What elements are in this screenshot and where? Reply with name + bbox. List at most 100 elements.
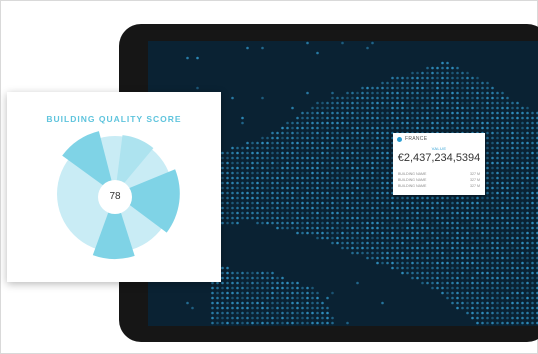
map-dot <box>396 122 399 125</box>
map-dot <box>221 182 224 185</box>
map-dot <box>531 287 534 290</box>
map-dot <box>321 197 324 200</box>
map-dot <box>466 277 469 280</box>
map-dot <box>356 242 359 245</box>
map-dot <box>526 117 529 120</box>
map-dot <box>461 127 464 130</box>
map-dot <box>301 192 304 195</box>
map-dot <box>251 307 254 310</box>
map-dot <box>281 192 284 195</box>
map-dot <box>501 287 504 290</box>
map-dot <box>246 192 249 195</box>
map-dot <box>441 237 444 240</box>
map-dot <box>456 217 459 220</box>
map-dot <box>371 112 374 115</box>
map-dot <box>471 77 474 80</box>
map-dot <box>436 122 439 125</box>
map-dot <box>321 232 324 235</box>
map-dot <box>281 132 284 135</box>
map-dot <box>491 112 494 115</box>
map-dot <box>526 232 529 235</box>
map-dot <box>491 107 494 110</box>
map-dot <box>396 117 399 120</box>
map-dot <box>401 207 404 210</box>
map-dot <box>456 267 459 270</box>
map-dot <box>486 92 489 95</box>
map-dot <box>421 252 424 255</box>
map-dot <box>511 267 514 270</box>
map-dot <box>481 102 484 105</box>
map-dot <box>401 252 404 255</box>
map-dot <box>256 272 259 275</box>
map-dot <box>476 82 479 85</box>
map-dot <box>331 207 334 210</box>
map-dot <box>366 212 369 215</box>
map-dot <box>326 182 329 185</box>
map-dot <box>516 137 519 140</box>
map-dot <box>486 317 489 320</box>
map-dot <box>481 232 484 235</box>
map-dot <box>411 127 414 130</box>
map-dot <box>331 237 334 240</box>
map-dot <box>266 197 269 200</box>
map-dot <box>231 272 234 275</box>
map-dot <box>321 222 324 225</box>
map-dot <box>371 252 374 255</box>
map-dot <box>301 322 304 325</box>
map-dot <box>276 212 279 215</box>
map-dot <box>226 177 229 180</box>
map-dot <box>436 202 439 205</box>
map-dot <box>491 142 494 145</box>
map-dot <box>521 207 524 210</box>
map-dot <box>356 252 359 255</box>
map-dot <box>286 292 289 295</box>
map-dot <box>526 187 529 190</box>
map-dot <box>226 157 229 160</box>
map-dot <box>471 287 474 290</box>
map-dot <box>506 227 509 230</box>
map-dot <box>381 227 384 230</box>
map-dot <box>321 237 324 240</box>
map-dot <box>246 177 249 180</box>
map-dot <box>481 117 484 120</box>
map-dot <box>316 117 319 120</box>
map-dot <box>511 207 514 210</box>
map-dot <box>441 227 444 230</box>
map-dot <box>321 312 324 315</box>
map-dot <box>451 92 454 95</box>
map-dot <box>521 172 524 175</box>
country-tooltip: FRANCE VALUE €2,437,234,5394 BUILDING NA… <box>393 133 485 195</box>
map-dot <box>276 177 279 180</box>
map-dot <box>416 97 419 100</box>
map-dot <box>446 102 449 105</box>
map-dot <box>221 187 224 190</box>
map-dot <box>376 252 379 255</box>
map-dot <box>481 247 484 250</box>
map-dot <box>356 142 359 145</box>
map-dot <box>371 157 374 160</box>
map-dot <box>216 312 219 315</box>
map-dot <box>266 287 269 290</box>
map-dot <box>436 287 439 290</box>
map-dot <box>376 257 379 260</box>
map-dot <box>486 247 489 250</box>
map-dot <box>441 107 444 110</box>
map-dot <box>366 257 369 260</box>
map-dot <box>456 302 459 305</box>
map-dot <box>236 157 239 160</box>
map-dot <box>291 192 294 195</box>
map-dot <box>466 107 469 110</box>
map-dot <box>226 197 229 200</box>
map-dot <box>491 147 494 150</box>
map-dot <box>406 252 409 255</box>
map-dot <box>391 207 394 210</box>
map-dot <box>246 147 249 150</box>
map-dot <box>446 82 449 85</box>
map-dot <box>431 72 434 75</box>
map-dot <box>436 282 439 285</box>
map-dot <box>426 222 429 225</box>
map-dot <box>436 212 439 215</box>
map-dot <box>456 77 459 80</box>
map-dot <box>391 267 394 270</box>
map-dot <box>461 272 464 275</box>
